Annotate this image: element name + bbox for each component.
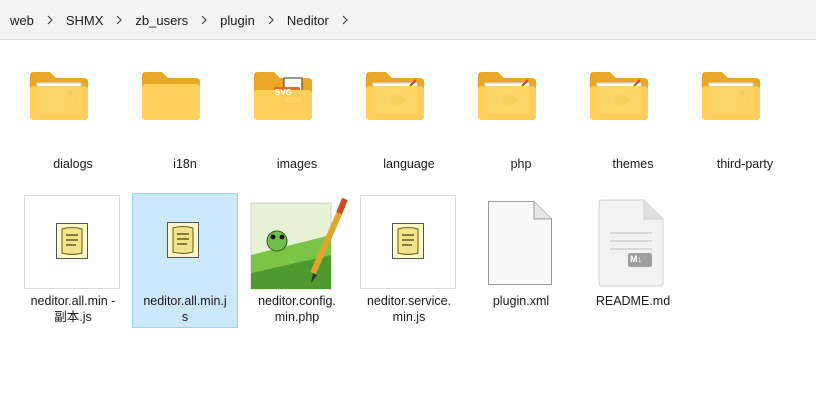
chevron-right-icon[interactable] bbox=[192, 15, 216, 25]
chevron-right-icon[interactable] bbox=[333, 15, 357, 25]
folder-label: php bbox=[510, 157, 532, 171]
folder-item-dialogs[interactable]: dialogs bbox=[20, 60, 126, 180]
file-label-line2: min.php bbox=[274, 310, 320, 324]
folder-icon bbox=[702, 72, 760, 120]
chevron-right-icon[interactable] bbox=[107, 15, 131, 25]
file-view[interactable]: dialogs i18n SVG images language php the… bbox=[0, 40, 816, 415]
file-label-line2: s bbox=[181, 310, 189, 324]
folder-icon bbox=[366, 72, 424, 120]
chevron-right-icon[interactable] bbox=[38, 15, 62, 25]
file-label-line1: README.md bbox=[595, 294, 671, 308]
file-label-line1: neditor.config. bbox=[258, 294, 336, 308]
notepad-plus-plus-icon bbox=[250, 197, 348, 290]
folder-label: themes bbox=[612, 157, 654, 171]
address-bar: web SHMX zb_users plugin Neditor bbox=[0, 0, 816, 40]
breadcrumb: web SHMX zb_users plugin Neditor bbox=[0, 0, 357, 40]
svg-badge: SVG bbox=[275, 88, 292, 97]
folder-item-themes[interactable]: themes bbox=[580, 60, 686, 180]
breadcrumb-neditor[interactable]: Neditor bbox=[283, 10, 333, 31]
folder-icon bbox=[478, 72, 536, 120]
file-label-line1: neditor.service. bbox=[366, 294, 452, 308]
blank-file-icon bbox=[488, 201, 552, 285]
folder-item-images[interactable]: SVG images bbox=[244, 60, 350, 180]
file-thumbnail bbox=[136, 195, 232, 289]
file-item[interactable]: neditor.all.min - 副本.js bbox=[20, 193, 126, 328]
breadcrumb-shmx[interactable]: SHMX bbox=[62, 10, 108, 31]
script-file-icon bbox=[56, 223, 88, 259]
folder-label: images bbox=[276, 157, 318, 171]
script-file-icon bbox=[392, 223, 424, 259]
file-item-selected[interactable]: neditor.all.min.j s bbox=[132, 193, 238, 328]
folder-icon bbox=[590, 72, 648, 120]
folder-icon bbox=[30, 72, 88, 120]
folder-item-language[interactable]: language bbox=[356, 60, 462, 180]
file-label-line1: neditor.all.min - bbox=[30, 294, 116, 308]
folder-item-i18n[interactable]: i18n bbox=[132, 60, 238, 180]
file-thumbnail bbox=[24, 195, 120, 289]
file-item[interactable]: M↓ README.md bbox=[580, 193, 686, 328]
breadcrumb-zb-users[interactable]: zb_users bbox=[131, 10, 192, 31]
folder-label: dialogs bbox=[53, 157, 93, 171]
file-item[interactable]: plugin.xml bbox=[468, 193, 574, 328]
file-item[interactable]: neditor.service. min.js bbox=[356, 193, 462, 328]
folder-item-php[interactable]: php bbox=[468, 60, 574, 180]
file-label-line1: plugin.xml bbox=[492, 294, 550, 308]
chevron-right-icon[interactable] bbox=[259, 15, 283, 25]
markdown-file-icon bbox=[598, 199, 664, 287]
file-label-line2: min.js bbox=[392, 310, 426, 324]
breadcrumb-web[interactable]: web bbox=[6, 10, 38, 31]
breadcrumb-plugin[interactable]: plugin bbox=[216, 10, 259, 31]
markdown-badge: M↓ bbox=[630, 254, 642, 264]
file-item[interactable]: neditor.config. min.php bbox=[244, 193, 350, 328]
folder-label: language bbox=[383, 157, 435, 171]
folder-item-third-party[interactable]: third-party bbox=[692, 60, 798, 180]
folder-icon bbox=[142, 72, 200, 120]
script-file-icon bbox=[167, 222, 199, 258]
file-label-line2: 副本.js bbox=[54, 310, 92, 324]
file-label-line1: neditor.all.min.j bbox=[143, 294, 227, 308]
file-thumbnail bbox=[360, 195, 456, 289]
folder-label: i18n bbox=[173, 157, 197, 171]
folder-label: third-party bbox=[716, 157, 774, 171]
